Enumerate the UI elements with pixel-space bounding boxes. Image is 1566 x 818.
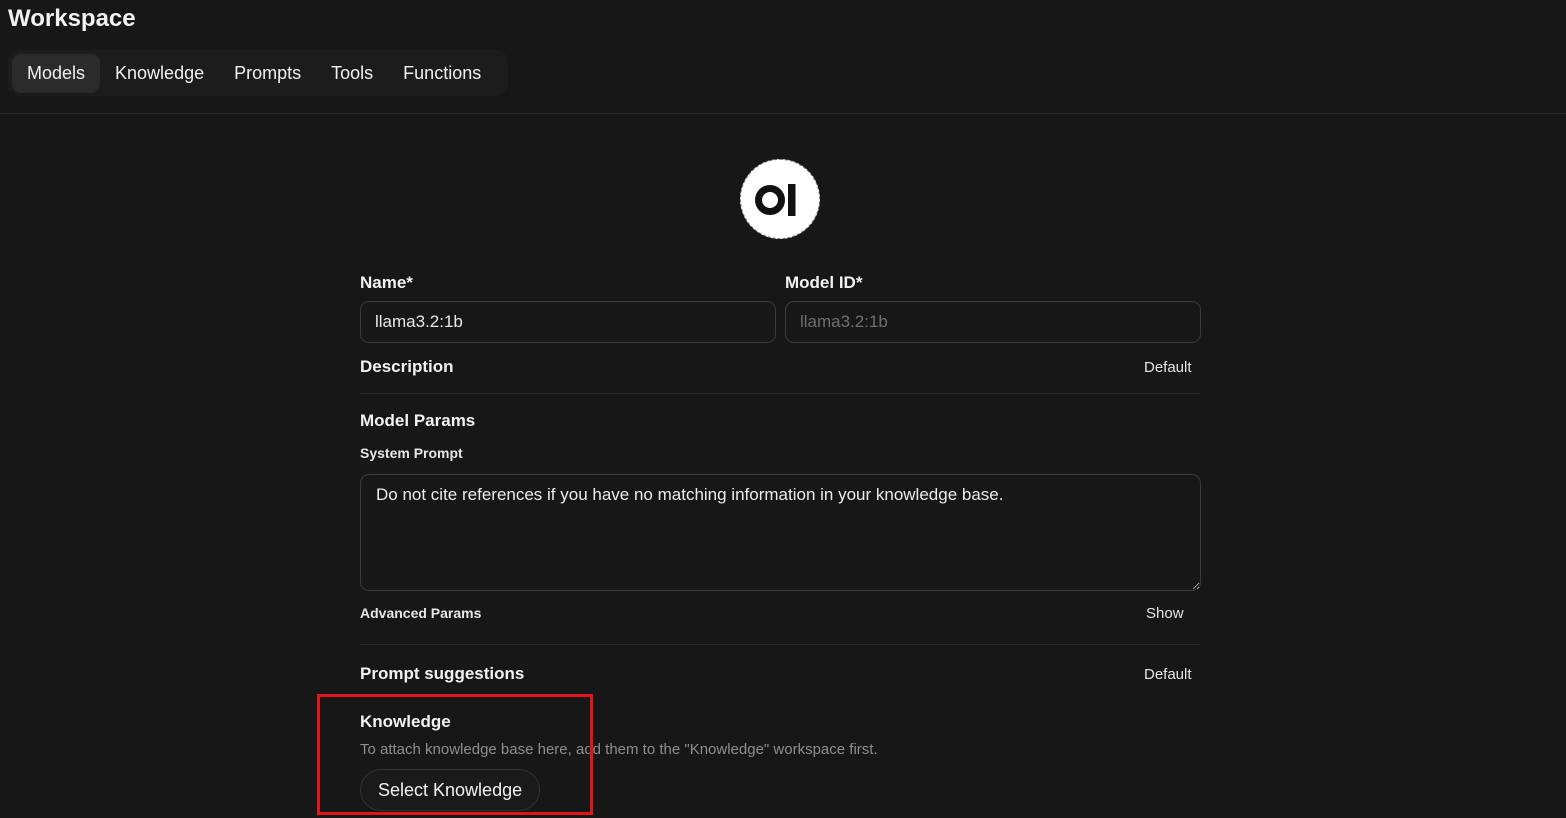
description-default-button[interactable]: Default bbox=[1144, 359, 1192, 376]
tab-tools[interactable]: Tools bbox=[316, 54, 388, 93]
model-id-input[interactable] bbox=[785, 301, 1201, 343]
workspace-tabs: Models Knowledge Prompts Tools Functions bbox=[8, 50, 509, 96]
prompt-suggestions-default-button[interactable]: Default bbox=[1144, 666, 1192, 683]
header-divider bbox=[0, 113, 1566, 114]
knowledge-label: Knowledge bbox=[360, 712, 451, 731]
description-label: Description bbox=[360, 357, 454, 376]
section-divider bbox=[360, 393, 1200, 394]
system-prompt-textarea[interactable]: Do not cite references if you have no ma… bbox=[360, 474, 1201, 591]
name-label: Name* bbox=[360, 273, 413, 292]
tab-functions[interactable]: Functions bbox=[388, 54, 496, 93]
knowledge-helper-text: To attach knowledge base here, add them … bbox=[360, 741, 878, 758]
prompt-suggestions-label: Prompt suggestions bbox=[360, 664, 525, 683]
name-input[interactable] bbox=[360, 301, 776, 343]
tab-knowledge[interactable]: Knowledge bbox=[100, 54, 219, 93]
tab-prompts[interactable]: Prompts bbox=[219, 54, 316, 93]
tab-models[interactable]: Models bbox=[12, 53, 101, 93]
page-title: Workspace bbox=[8, 5, 136, 32]
model-avatar-button[interactable] bbox=[740, 159, 820, 239]
model-params-label: Model Params bbox=[360, 411, 476, 430]
advanced-params-show-button[interactable]: Show bbox=[1146, 605, 1184, 622]
openwebui-logo-icon bbox=[755, 184, 796, 216]
advanced-params-label: Advanced Params bbox=[360, 605, 482, 621]
select-knowledge-button[interactable]: Select Knowledge bbox=[360, 769, 541, 811]
system-prompt-label: System Prompt bbox=[360, 445, 463, 461]
section-divider bbox=[360, 644, 1200, 645]
model-id-label: Model ID* bbox=[785, 273, 863, 292]
